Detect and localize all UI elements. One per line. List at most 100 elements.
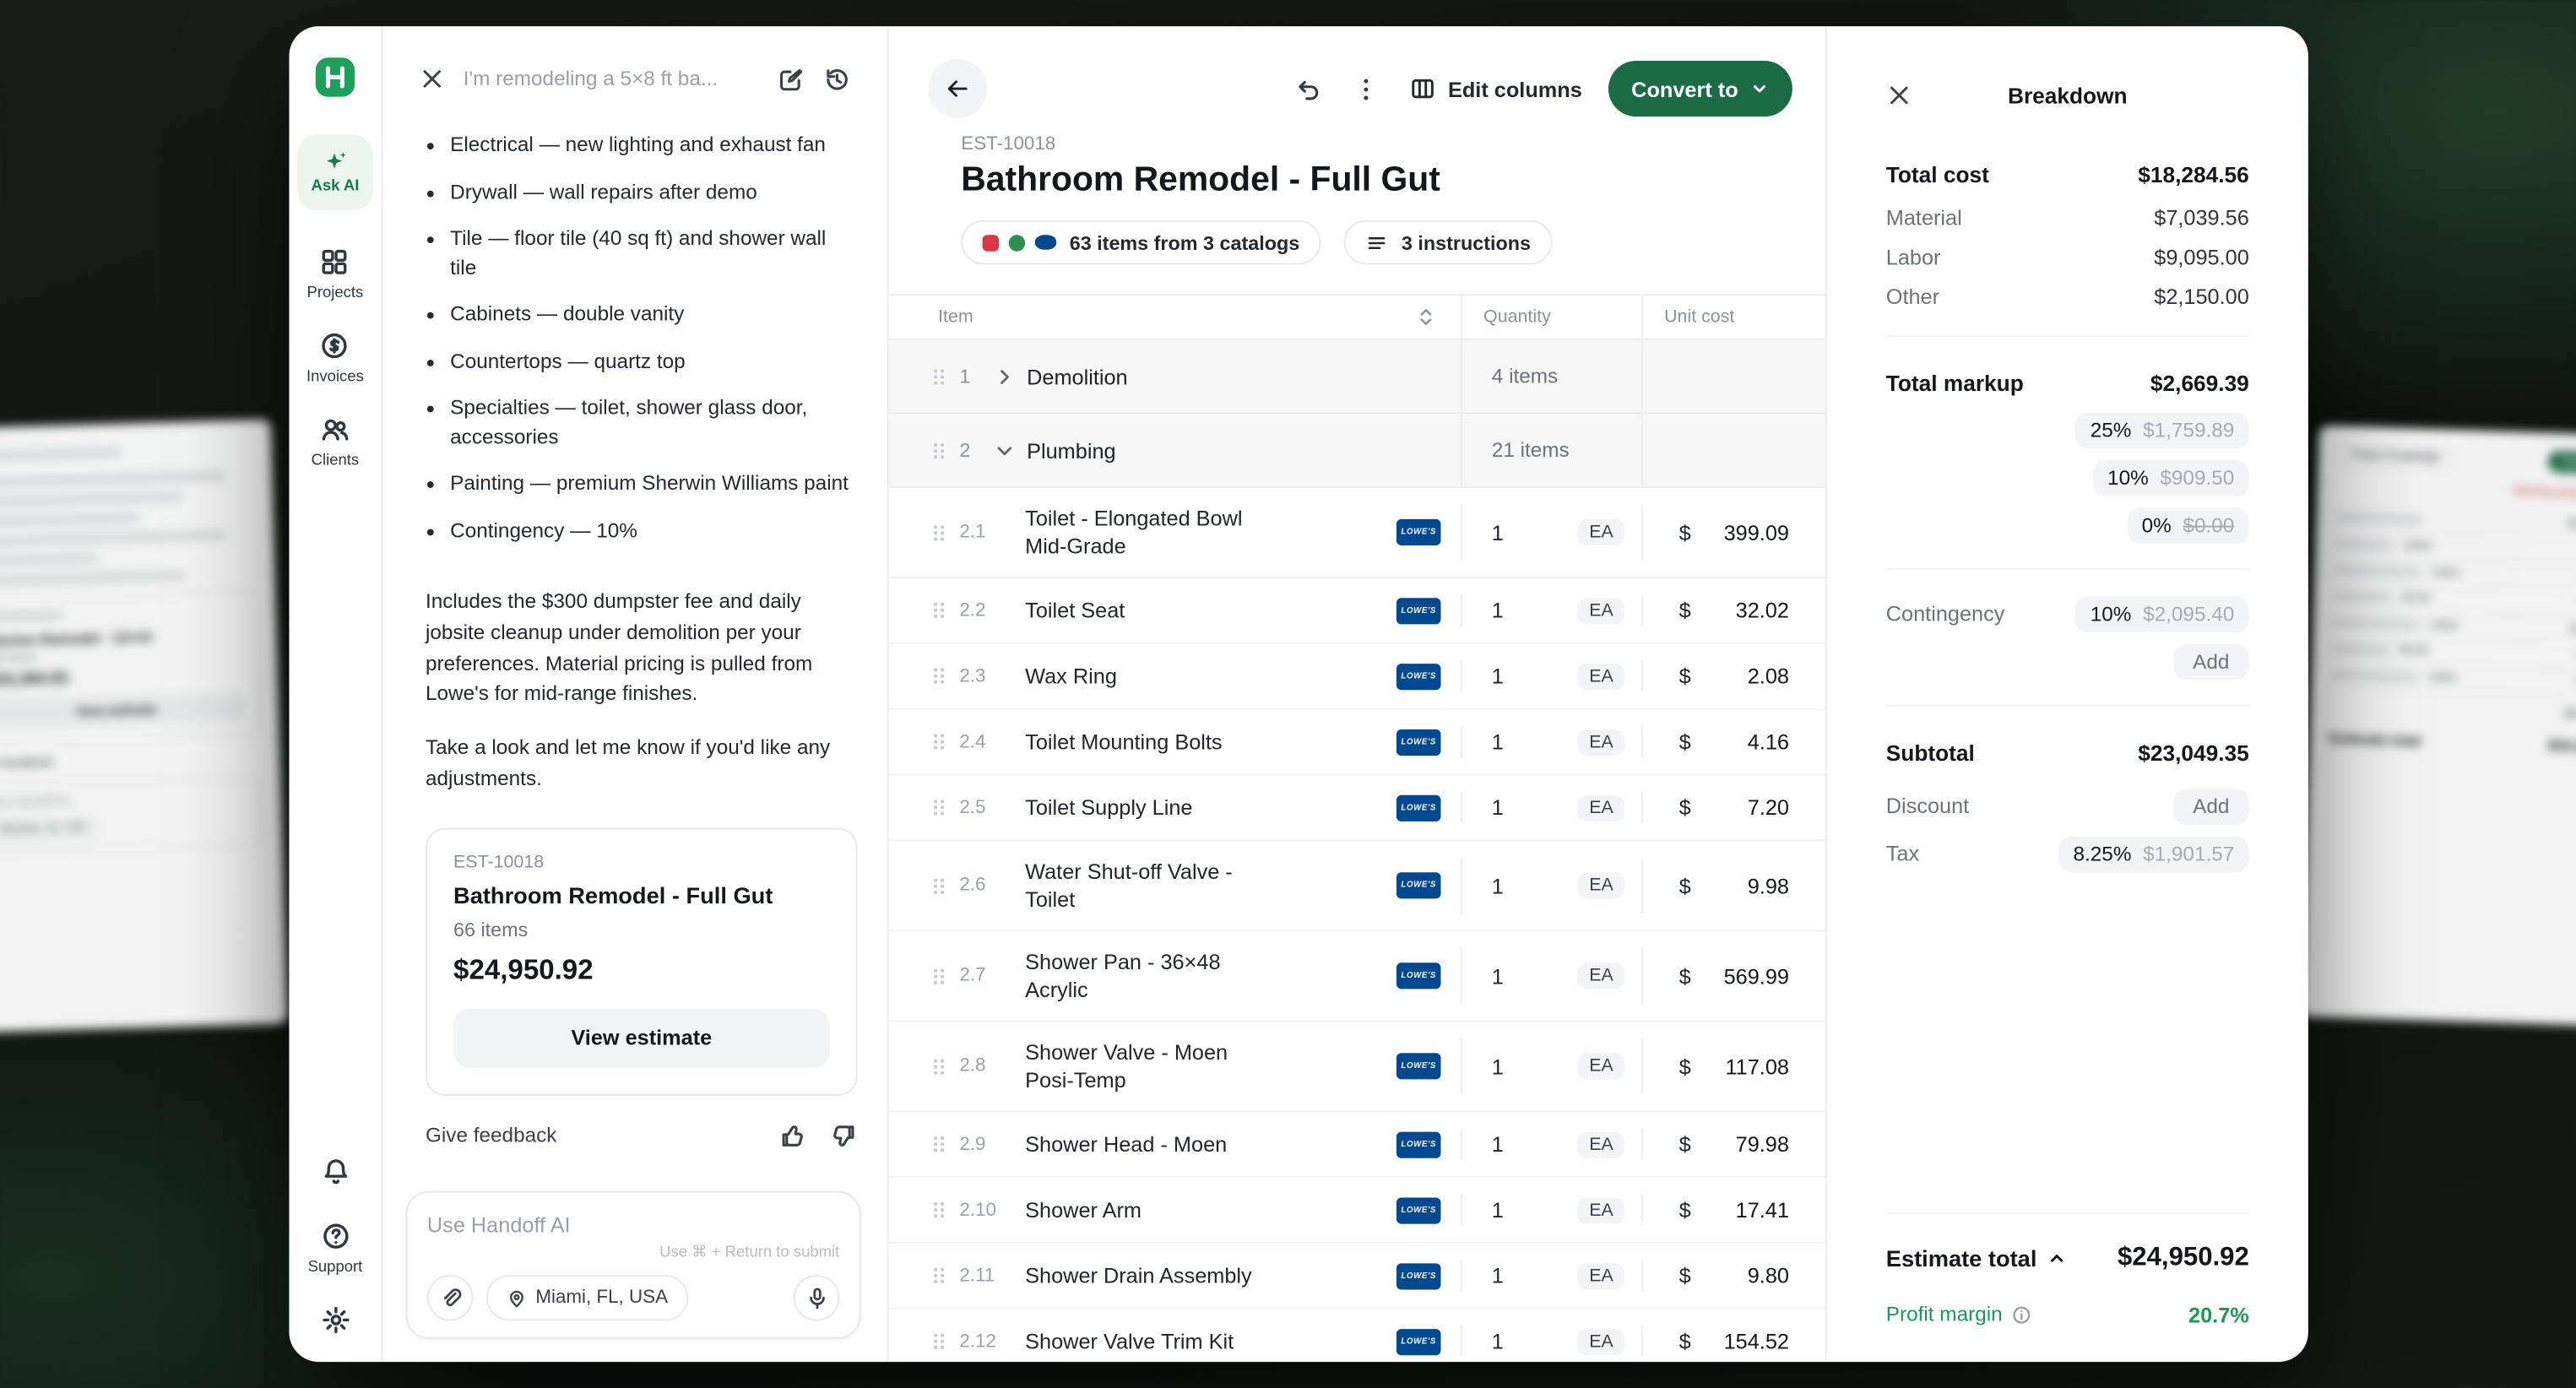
group-item-count: 4 items [1492,365,1558,388]
table-row[interactable]: 2.8Shower Valve - Moen Posi-TempLOWE'S 1… [889,1022,1825,1112]
drag-handle-icon[interactable] [928,1265,949,1286]
arrow-left-icon [945,76,971,102]
item-name: Wax Ring [1025,662,1117,690]
close-icon[interactable] [419,66,445,92]
sidebar-item-invoices[interactable]: Invoices [306,330,364,386]
item-price: 9.98 [1748,873,1789,897]
sidebar-item-projects[interactable]: Projects [307,247,364,302]
chevron-up-icon[interactable] [2047,1249,2066,1268]
drag-handle-icon[interactable] [928,522,949,543]
contingency-pct: 10% [2091,602,2132,625]
table-row[interactable]: 2.5Toilet Supply LineLOWE'S 1EA $7.20 [889,775,1825,841]
table-row[interactable]: 2.7Shower Pan - 36×48 AcrylicLOWE'S 1EA … [889,931,1825,1022]
contingency-chip[interactable]: 10% $2,095.40 [2075,595,2249,632]
item-name: Toilet Seat [1025,596,1125,624]
ai-composer[interactable]: Use ⌘ + Return to submit Miami, FL, USA [406,1191,861,1339]
mini-total-label: Estimate total [2329,729,2421,749]
currency-symbol: $ [1679,795,1691,820]
drag-handle-icon[interactable] [928,731,949,752]
composer-input[interactable] [427,1212,839,1237]
invoices-icon [319,330,350,361]
lowes-badge: LOWE'S [1396,1262,1441,1288]
group-name: Demolition [1027,364,1128,388]
contingency-amount: $2,095.40 [2143,602,2234,625]
paperclip-icon [438,1286,463,1310]
table-row[interactable]: 2.12Shower Valve Trim KitLOWE'S 1EA $154… [889,1309,1825,1362]
lowes-badge: LOWE'S [1396,663,1441,689]
drag-handle-icon[interactable] [928,440,949,461]
thumbs-up-icon[interactable] [778,1121,806,1149]
location-pill[interactable]: Miami, FL, USA [486,1275,687,1320]
attach-button[interactable] [427,1275,473,1320]
drag-handle-icon[interactable] [928,366,949,387]
item-unit: EA [1578,872,1625,898]
undo-icon[interactable] [1295,75,1323,103]
markup-material-chip[interactable]: 25%$1,759.89 [2075,411,2249,447]
history-icon[interactable] [823,65,851,93]
convert-to-button[interactable]: Convert to [1608,61,1792,117]
item-unit: EA [1578,1328,1625,1354]
catalogs-badge[interactable]: 63 items from 3 catalogs [961,220,1321,265]
group-row-plumbing[interactable]: 2 Plumbing 21 items [889,414,1825,488]
table-row[interactable]: 2.1Toilet - Elongated Bowl Mid-GradeLOWE… [889,488,1825,578]
currency-symbol: $ [1679,1263,1691,1288]
item-number: 2.5 [959,798,1011,817]
markup-labor-chip[interactable]: 10%$909.50 [2093,459,2249,496]
item-quantity: 1 [1492,1054,1504,1078]
drag-handle-icon[interactable] [928,1331,949,1352]
table-row[interactable]: 2.9Shower Head - MoenLOWE'S 1EA $79.98 [889,1112,1825,1178]
add-contingency-button[interactable]: Add [2173,643,2249,680]
view-estimate-button[interactable]: View estimate [453,1008,830,1067]
group-row-demolition[interactable]: 1 Demolition 4 items [889,340,1825,415]
currency-symbol: $ [1679,598,1691,622]
more-options-kebab-icon[interactable] [1353,75,1380,103]
chevron-down-icon[interactable] [992,438,1017,463]
table-row[interactable]: 2.2Toilet SeatLOWE'S 1EA $32.02 [889,578,1825,644]
instructions-badge[interactable]: 3 instructions [1344,220,1553,265]
currency-symbol: $ [1679,1132,1691,1157]
chat-header: I'm remodeling a 5×8 ft ba... [382,26,887,115]
drag-handle-icon[interactable] [928,665,949,686]
info-icon[interactable] [2010,1304,2031,1325]
mini-convert-button: Convert to [2547,451,2576,474]
drag-handle-icon[interactable] [928,797,949,818]
item-number: 2.10 [959,1200,1011,1219]
new-chat-icon[interactable] [777,65,805,93]
chevron-right-icon[interactable] [992,364,1017,388]
add-discount-button[interactable]: Add [2173,788,2249,824]
mini-feedback: Give feedback [0,748,261,771]
drag-handle-icon[interactable] [928,965,949,986]
table-row[interactable]: 2.11Shower Drain AssemblyLOWE'S 1EA $9.8… [889,1244,1825,1309]
table-row[interactable]: 2.4Toilet Mounting BoltsLOWE'S 1EA $4.16 [889,710,1825,776]
item-quantity: 1 [1492,598,1504,622]
table-row[interactable]: 2.3Wax RingLOWE'S 1EA $2.08 [889,644,1825,710]
tax-chip[interactable]: 8.25%$1,901.57 [2058,835,2249,871]
collapse-all-icon[interactable] [1414,306,1437,328]
item-price: 7.20 [1748,795,1789,820]
drag-handle-icon[interactable] [928,875,949,896]
sidebar-item-clients[interactable]: Clients [312,414,360,469]
lowes-badge: LOWE'S [1396,1053,1441,1079]
chevron-down-icon [1749,79,1769,98]
markup-other-chip[interactable]: 0%$0.00 [2127,507,2249,543]
divider [1886,568,2249,570]
table-row[interactable]: 2.10Shower ArmLOWE'S 1EA $17.41 [889,1178,1825,1244]
drag-handle-icon[interactable] [928,599,949,621]
sidebar-item-ask-ai[interactable]: Ask AI [297,135,373,211]
edit-columns-button[interactable]: Edit columns [1410,76,1582,102]
chat-paragraph: Take a look and let me know if you'd lik… [426,733,858,794]
item-unit: EA [1578,794,1625,821]
chat-paragraph: Includes the $300 dumpster fee and daily… [426,587,858,710]
sidebar-item-support[interactable]: Support [308,1221,363,1277]
notifications-bell-icon[interactable] [319,1157,350,1188]
thumbs-down-icon[interactable] [830,1121,858,1149]
table-row[interactable]: 2.6Water Shut-off Valve - ToiletLOWE'S 1… [889,841,1825,931]
drag-handle-icon[interactable] [928,1134,949,1155]
drag-handle-icon[interactable] [928,1199,949,1220]
drag-handle-icon[interactable] [928,1055,949,1076]
back-button[interactable] [928,59,987,118]
sidebar-item-label: Clients [312,452,360,469]
settings-gear-icon[interactable] [319,1304,350,1336]
mic-button[interactable] [794,1275,839,1320]
close-icon[interactable] [1886,82,1912,108]
